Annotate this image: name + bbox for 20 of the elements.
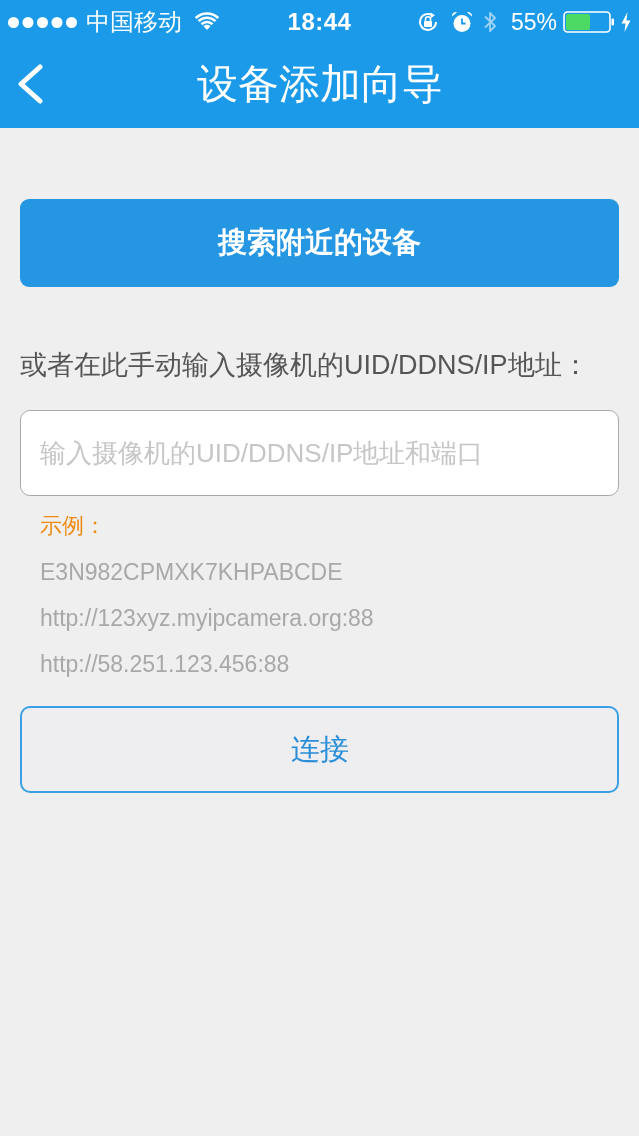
battery-percentage: 55%: [510, 8, 557, 36]
example-address: http://123xyz.myipcamera.org:88: [40, 604, 375, 633]
rotation-lock-icon: [416, 11, 439, 33]
address-input-field[interactable]: 输入摄像机的UID/DDNS/IP地址和端口: [20, 410, 619, 496]
status-time: 18:44: [287, 8, 352, 36]
examples-heading: 示例：: [40, 512, 107, 540]
page-title: 设备添加向导: [195, 60, 444, 108]
back-icon[interactable]: [16, 64, 44, 104]
example-address: http://58.251.123.456:88: [40, 650, 291, 679]
alarm-clock-icon: [450, 11, 473, 33]
wifi-icon: [196, 14, 218, 30]
battery-icon: [563, 11, 615, 33]
connect-button[interactable]: 连接: [20, 706, 619, 793]
signal-strength-icon: [8, 16, 77, 28]
example-address: E3N982CPMXK7KHPABCDE: [40, 558, 344, 587]
search-devices-button[interactable]: 搜索附近的设备: [20, 199, 619, 287]
manual-entry-label: 或者在此手动输入摄像机的UID/DDNS/IP地址：: [20, 349, 590, 382]
charging-bolt-icon: [621, 12, 631, 32]
bluetooth-icon: [482, 10, 497, 34]
carrier-name: 中国移动: [86, 8, 182, 36]
